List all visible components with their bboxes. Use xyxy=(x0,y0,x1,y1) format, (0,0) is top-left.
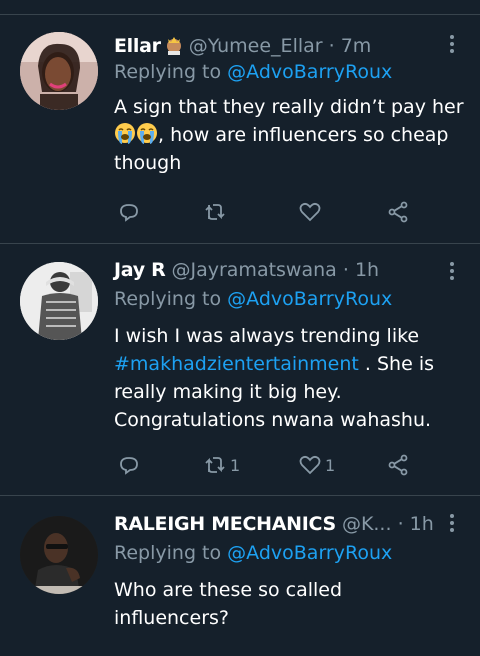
more-options-button[interactable] xyxy=(450,35,456,56)
handle[interactable]: @Yumee_Ellar xyxy=(189,35,323,57)
separator: · xyxy=(328,35,335,57)
handle[interactable]: @Jayramatswana xyxy=(171,259,336,281)
like-button[interactable] xyxy=(298,197,325,227)
handle[interactable]: @K... xyxy=(342,513,392,535)
reply-mention-link[interactable]: @AdvoBarryRoux xyxy=(227,542,392,564)
tweet-text-line: really making it big hey. xyxy=(114,381,342,403)
tweet-text-segment: , how are influencers so cheap xyxy=(158,124,449,146)
tweet-text-line: , how are influencers so cheap xyxy=(114,121,470,149)
reply-prefix: Replying to xyxy=(114,288,222,310)
tweet-header: Ellar @Yumee_Ellar · 7m xyxy=(114,33,371,57)
tweet-text-line: #makhadzientertainment . She is xyxy=(114,350,470,378)
tweet-text-segment: . She is xyxy=(364,353,434,375)
avatar[interactable] xyxy=(20,32,98,110)
avatar[interactable] xyxy=(20,516,98,594)
avatar-image xyxy=(20,516,98,594)
retweet-icon xyxy=(205,457,225,473)
reply-icon xyxy=(120,204,138,222)
tweet-text: A sign that they really didn’t pay her ,… xyxy=(114,93,470,177)
more-icon xyxy=(450,35,454,39)
separator: · xyxy=(397,513,404,535)
tweet-text-line: A sign that they really didn’t pay her xyxy=(114,96,464,118)
like-count: 1 xyxy=(325,455,336,475)
tweet-actions xyxy=(114,197,424,227)
reply-mention-link[interactable]: @AdvoBarryRoux xyxy=(227,288,392,310)
tweet-text-line: Who are these so called xyxy=(114,579,343,601)
tweet-actions: 1 1 xyxy=(114,450,424,480)
tweet-text-line: influencers? xyxy=(114,607,229,629)
timestamp[interactable]: 1h xyxy=(410,513,434,535)
reply-prefix: Replying to xyxy=(114,61,222,83)
crying-emoji xyxy=(115,123,135,144)
reply-prefix: Replying to xyxy=(114,542,222,564)
more-options-button[interactable] xyxy=(450,262,456,283)
reply-button[interactable] xyxy=(117,197,144,227)
separator: · xyxy=(342,259,349,281)
retweet-button[interactable] xyxy=(203,197,230,227)
share-button[interactable] xyxy=(386,197,410,227)
retweet-icon xyxy=(205,204,225,220)
timestamp[interactable]: 7m xyxy=(341,35,372,57)
tweet-text: I wish I was always trending like #makha… xyxy=(114,322,470,434)
tweet-text: Who are these so called influencers? xyxy=(114,576,470,632)
timestamp[interactable]: 1h xyxy=(355,259,379,281)
retweet-count: 1 xyxy=(230,455,241,475)
more-options-button[interactable] xyxy=(450,514,456,535)
share-icon xyxy=(388,454,408,476)
tweet-text-line: Congratulations nwana wahashu. xyxy=(114,409,432,431)
more-icon xyxy=(450,262,454,266)
replying-to: Replying to @AdvoBarryRoux xyxy=(114,288,392,310)
like-button[interactable]: 1 xyxy=(298,450,335,480)
crying-emoji xyxy=(137,123,157,144)
tweet-text-line: I wish I was always trending like xyxy=(114,325,420,347)
avatar-image xyxy=(20,262,98,340)
avatar[interactable] xyxy=(20,262,98,340)
tweet-2[interactable]: Jay R @Jayramatswana · 1h Replying to @A… xyxy=(0,244,480,496)
replying-to: Replying to @AdvoBarryRoux xyxy=(114,542,392,564)
display-name[interactable]: Ellar xyxy=(114,35,161,57)
retweet-button[interactable]: 1 xyxy=(203,450,240,480)
display-name[interactable]: Jay R xyxy=(114,259,166,281)
replying-to: Replying to @AdvoBarryRoux xyxy=(114,61,392,83)
hashtag-link[interactable]: #makhadzientertainment xyxy=(114,353,359,375)
tweet-3[interactable]: RALEIGH MECHANICS @K... · 1h Replying to… xyxy=(0,496,480,656)
reply-icon xyxy=(120,457,138,475)
tweet-header: RALEIGH MECHANICS @K... · 1h xyxy=(114,512,434,536)
like-icon xyxy=(299,455,321,475)
more-icon xyxy=(450,514,454,518)
reply-button[interactable] xyxy=(117,450,144,480)
avatar-image xyxy=(20,32,98,110)
tweet-text-line: though xyxy=(114,152,182,174)
tweet-1[interactable]: Ellar @Yumee_Ellar · 7m Replying to @Adv… xyxy=(0,15,480,244)
princess-emoji xyxy=(166,37,181,55)
share-button[interactable] xyxy=(386,450,410,480)
share-icon xyxy=(388,201,408,223)
like-icon xyxy=(299,202,321,222)
tweet-header: Jay R @Jayramatswana · 1h xyxy=(114,258,379,282)
reply-mention-link[interactable]: @AdvoBarryRoux xyxy=(227,61,392,83)
display-name[interactable]: RALEIGH MECHANICS xyxy=(114,513,336,535)
